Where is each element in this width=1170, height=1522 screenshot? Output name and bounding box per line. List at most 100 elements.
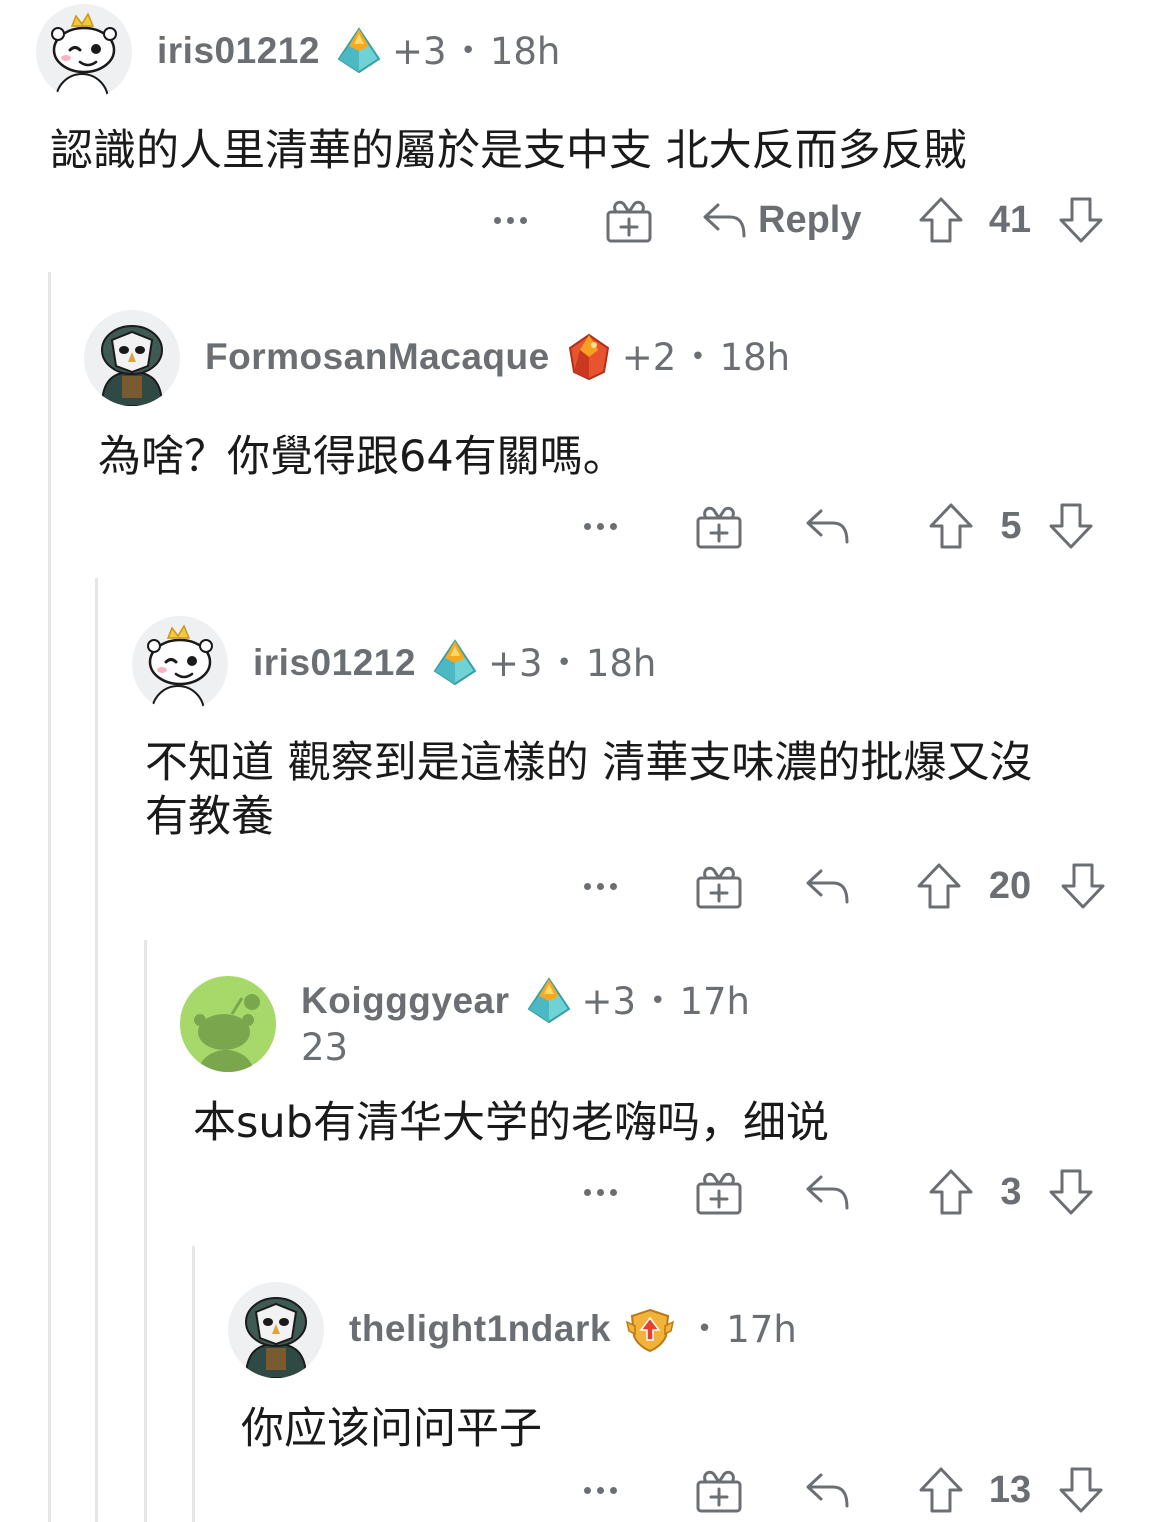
gift-icon: [695, 862, 743, 910]
vote-count: 3: [986, 1162, 1036, 1222]
snoo-owl-mask-avatar-icon: [84, 310, 180, 406]
diamond-gem-icon[interactable]: [430, 638, 480, 688]
downvote-arrow-icon: [1057, 1466, 1105, 1514]
avatar[interactable]: [180, 976, 276, 1072]
thread-line-level-3[interactable]: [144, 940, 147, 1522]
reply-arrow-icon: [803, 502, 851, 550]
downvote-arrow-icon: [1047, 1168, 1095, 1216]
diamond-gem-icon[interactable]: [524, 976, 574, 1026]
comment-actions: 3: [0, 1162, 1170, 1222]
separator-dot: •: [650, 986, 666, 1016]
upvote-button[interactable]: [916, 1460, 966, 1520]
timestamp: 18h: [489, 29, 561, 73]
username[interactable]: FormosanMacaque: [205, 336, 550, 378]
upvote-arrow-icon: [927, 1168, 975, 1216]
upvote-arrow-icon: [917, 196, 965, 244]
downvote-button[interactable]: [1056, 1460, 1106, 1520]
timestamp: 18h: [585, 641, 657, 685]
downvote-arrow-icon: [1047, 502, 1095, 550]
gift-icon: [695, 1168, 743, 1216]
comment-actions: 20: [0, 856, 1170, 916]
upvote-button[interactable]: [914, 856, 964, 916]
more-options-button[interactable]: [480, 190, 540, 250]
avatar[interactable]: [228, 1282, 324, 1378]
snoo-owl-mask-avatar-icon: [228, 1282, 324, 1378]
upvote-arrow-icon: [915, 862, 963, 910]
vote-count-label: 41: [988, 198, 1032, 241]
more-options-button[interactable]: [570, 496, 630, 556]
downvote-button[interactable]: [1056, 190, 1106, 250]
gold-shield-badge-icon[interactable]: [625, 1304, 675, 1354]
reply-arrow-icon: [700, 196, 748, 244]
reply-button[interactable]: Reply: [700, 190, 870, 250]
downvote-button[interactable]: [1058, 856, 1108, 916]
upvote-arrow-icon: [917, 1466, 965, 1514]
separator-dot: •: [696, 1314, 713, 1344]
gift-award-button[interactable]: [694, 856, 744, 916]
gift-icon: [695, 502, 743, 550]
reply-button[interactable]: [802, 496, 852, 556]
more-options-button[interactable]: [570, 1162, 630, 1222]
gift-award-button[interactable]: [604, 190, 654, 250]
reply-arrow-icon: [803, 1466, 851, 1514]
separator-dot: •: [460, 36, 476, 66]
comment-meta: Koigggyear +3 • 17h: [301, 976, 750, 1026]
reply-label: Reply: [758, 198, 862, 241]
flair-count: +2: [621, 335, 677, 379]
comment-meta: thelight1ndark • 17h: [349, 1304, 797, 1354]
downvote-button[interactable]: [1046, 496, 1096, 556]
more-options-button[interactable]: [570, 856, 630, 916]
username[interactable]: iris01212: [157, 30, 320, 72]
vote-count: 5: [986, 496, 1036, 556]
avatar[interactable]: [84, 310, 180, 406]
upvote-button[interactable]: [926, 496, 976, 556]
diamond-gem-icon[interactable]: [334, 26, 384, 76]
downvote-arrow-icon: [1057, 196, 1105, 244]
vote-count-label: 13: [988, 1468, 1032, 1511]
gift-award-button[interactable]: [694, 1162, 744, 1222]
username[interactable]: iris01212: [253, 642, 416, 684]
timestamp: 18h: [719, 335, 791, 379]
comment-body: 本sub有清华大学的老嗨吗，细说: [193, 1098, 829, 1148]
avatar[interactable]: [132, 616, 228, 712]
snoo-crown-avatar-icon: [132, 616, 228, 712]
gift-award-button[interactable]: [694, 1460, 744, 1520]
flair-count: +3: [391, 29, 447, 73]
timestamp: 17h: [726, 1307, 797, 1351]
gift-icon: [605, 196, 653, 244]
timestamp: 17h: [679, 979, 750, 1023]
separator-dot: •: [690, 342, 706, 372]
separator-dot: •: [556, 648, 572, 678]
comment-meta: iris01212 +3 • 18h: [253, 638, 656, 688]
vote-count-label: 5: [1000, 504, 1022, 547]
thread-line-level-2[interactable]: [95, 578, 98, 1522]
comment-meta: FormosanMacaque +2 • 18h: [205, 332, 790, 382]
gift-award-button[interactable]: [694, 496, 744, 556]
reply-arrow-icon: [803, 862, 851, 910]
comment-actions: 13: [0, 1460, 1170, 1520]
reply-button[interactable]: [802, 1460, 852, 1520]
upvote-button[interactable]: [926, 1162, 976, 1222]
flair-count: +3: [487, 641, 543, 685]
downvote-button[interactable]: [1046, 1162, 1096, 1222]
reply-button[interactable]: [802, 1162, 852, 1222]
upvote-button[interactable]: [916, 190, 966, 250]
comment-body: 認識的人里清華的屬於是支中支 北大反而多反賊: [50, 126, 967, 176]
snoo-crown-avatar-icon: [36, 4, 132, 100]
vote-count: 20: [980, 856, 1040, 916]
comment-actions: Reply 41: [0, 190, 1170, 250]
more-options-button[interactable]: [570, 1460, 630, 1520]
vote-count: 41: [980, 190, 1040, 250]
username[interactable]: Koigggyear: [301, 980, 510, 1022]
user-extra-line: 23: [301, 1026, 349, 1069]
vote-count-label: 3: [1000, 1170, 1022, 1213]
comment-body: 不知道 觀察到是這樣的 清華支味濃的批爆又沒 有教養: [145, 738, 1033, 842]
upvote-arrow-icon: [927, 502, 975, 550]
reply-arrow-icon: [803, 1168, 851, 1216]
vote-count: 13: [980, 1460, 1040, 1520]
downvote-arrow-icon: [1059, 862, 1107, 910]
reply-button[interactable]: [802, 856, 852, 916]
username[interactable]: thelight1ndark: [349, 1308, 611, 1350]
ruby-gem-icon[interactable]: [564, 332, 614, 382]
avatar[interactable]: [36, 4, 132, 100]
